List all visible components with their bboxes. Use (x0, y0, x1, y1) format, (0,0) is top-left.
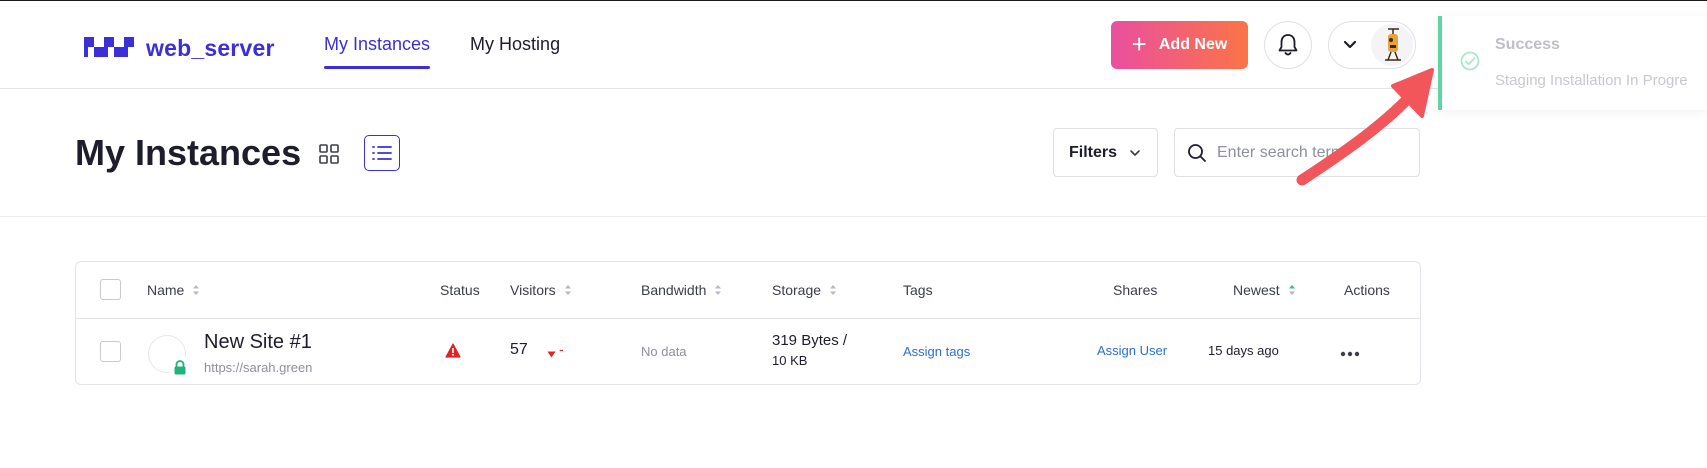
more-actions-button[interactable] (1340, 344, 1360, 360)
column-storage-label: Storage (772, 282, 822, 298)
column-shares-label: Shares (1113, 282, 1158, 298)
table-header: Name Status Visitors Bandwidth Storage T… (76, 262, 1420, 319)
logo[interactable]: web_server (84, 35, 275, 62)
column-bandwidth[interactable]: Bandwidth (641, 282, 722, 298)
sort-ascending-icon (1288, 285, 1295, 295)
more-icon (1340, 351, 1360, 357)
column-newest[interactable]: Newest (1233, 282, 1296, 298)
table-row[interactable]: New Site #1 https://sarah.green 57 - No … (76, 319, 1420, 385)
column-visitors[interactable]: Visitors (510, 282, 572, 298)
success-toast[interactable]: Success Staging Installation In Progre (1438, 16, 1707, 110)
add-new-label: Add New (1158, 36, 1228, 53)
check-circle-icon (1460, 51, 1480, 71)
select-all-checkbox[interactable] (100, 279, 121, 300)
assign-tags-link[interactable]: Assign tags (903, 344, 970, 359)
filters-label: Filters (1069, 143, 1118, 161)
trend-down-icon (547, 345, 556, 361)
column-shares: Shares (1113, 282, 1157, 298)
main-nav: My Instances My Hosting (324, 1, 600, 89)
column-visitors-label: Visitors (510, 282, 556, 298)
column-status-label: Status (440, 282, 480, 298)
chevron-down-icon (1130, 149, 1140, 156)
toast-title: Success (1495, 36, 1560, 53)
column-storage[interactable]: Storage (772, 282, 837, 298)
row-checkbox[interactable] (100, 341, 121, 362)
visitors-count: 57 (510, 341, 528, 358)
instances-table: Name Status Visitors Bandwidth Storage T… (75, 261, 1421, 385)
bandwidth-value: No data (641, 344, 687, 359)
annotation-arrow-icon (1296, 68, 1434, 186)
sort-icon (564, 285, 571, 295)
newest-value: 15 days ago (1208, 343, 1279, 358)
storage-used: 319 Bytes / (772, 332, 848, 349)
page-title: My Instances (75, 132, 302, 173)
column-actions-label: Actions (1344, 282, 1390, 298)
section-divider (0, 216, 1707, 217)
column-tags-label: Tags (903, 282, 933, 298)
column-bandwidth-label: Bandwidth (641, 282, 707, 298)
filters-dropdown[interactable]: Filters (1053, 128, 1158, 177)
column-status: Status (440, 282, 480, 298)
assign-user-link[interactable]: Assign User (1097, 343, 1167, 358)
search-icon (1188, 143, 1206, 162)
list-view-toggle[interactable] (364, 135, 400, 171)
warning-icon[interactable] (445, 343, 461, 361)
brand-name: web_server (146, 35, 275, 61)
visitors-trend: - (559, 341, 564, 357)
sort-icon (715, 285, 722, 295)
column-newest-label: Newest (1233, 282, 1280, 298)
ssl-lock-icon (169, 356, 191, 378)
column-name[interactable]: Name (147, 282, 200, 298)
list-icon (372, 146, 392, 160)
storage-limit: 10 KB (772, 353, 808, 368)
grid-icon (319, 144, 339, 164)
plus-icon: + (1131, 29, 1147, 59)
toast-message: Staging Installation In Progre (1495, 72, 1688, 89)
site-url[interactable]: https://sarah.green (204, 360, 312, 375)
chevron-down-icon (1343, 40, 1357, 49)
grid-view-toggle[interactable] (314, 139, 344, 169)
nav-my-hosting[interactable]: My Hosting (470, 1, 560, 89)
column-actions: Actions (1344, 282, 1390, 298)
column-tags: Tags (903, 282, 933, 298)
logo-icon (84, 36, 134, 57)
site-name[interactable]: New Site #1 (204, 331, 312, 354)
sort-icon (830, 285, 837, 295)
nav-my-instances[interactable]: My Instances (324, 1, 431, 89)
add-new-button[interactable]: + Add New (1111, 21, 1248, 69)
sort-icon (193, 285, 200, 295)
bell-icon (1278, 34, 1298, 56)
column-name-label: Name (147, 282, 185, 298)
